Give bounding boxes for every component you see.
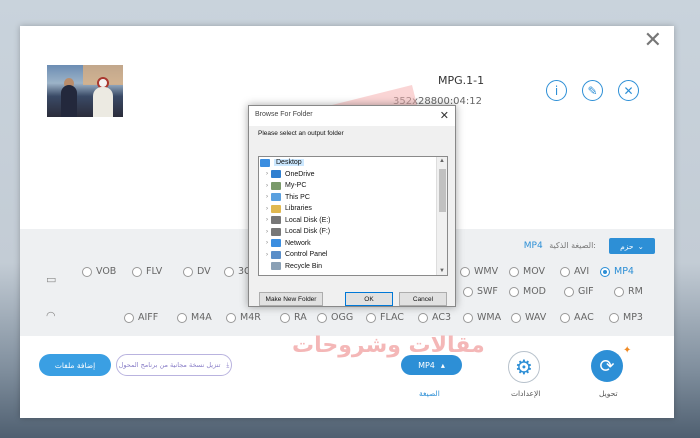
- browse-folder-dialog: Browse For Folder ✕ Please select an out…: [248, 105, 456, 307]
- tree-item[interactable]: › OneDrive: [259, 169, 437, 181]
- format-option-ac3[interactable]: AC3: [418, 312, 451, 323]
- expand-arrow-icon[interactable]: ›: [263, 171, 271, 177]
- tree-item[interactable]: › Local Disk (F:): [259, 226, 437, 238]
- tree-item-label: Network: [285, 239, 311, 247]
- convert-caption: تحويل: [599, 389, 618, 398]
- cloud-icon: [271, 170, 281, 179]
- computer-icon: [271, 193, 281, 202]
- tree-item[interactable]: › Control Panel: [259, 249, 437, 261]
- format-option-mov[interactable]: MOV: [509, 266, 545, 277]
- expand-arrow-icon[interactable]: ›: [263, 206, 271, 212]
- tree-item[interactable]: › This PC: [259, 192, 437, 204]
- tree-item-label: OneDrive: [285, 170, 315, 178]
- settings-caption: الإعدادات: [511, 389, 541, 398]
- format-option-ra[interactable]: RA: [280, 312, 307, 323]
- format-option-wav[interactable]: WAV: [511, 312, 546, 323]
- remove-icon[interactable]: ✕: [618, 80, 639, 101]
- folder-icon: [271, 204, 281, 213]
- expand-arrow-icon[interactable]: ›: [263, 183, 271, 189]
- close-icon[interactable]: ✕: [644, 30, 662, 52]
- format-option-rm[interactable]: RM: [614, 286, 643, 297]
- format-option-vob[interactable]: VOB: [82, 266, 116, 277]
- tree-item-label: Local Disk (F:): [285, 228, 331, 236]
- tree-item-label: Desktop: [274, 159, 304, 167]
- format-option-mp3[interactable]: MP3: [609, 312, 643, 323]
- format-option-wmv[interactable]: WMV: [460, 266, 498, 277]
- ok-button[interactable]: OK: [345, 292, 393, 306]
- add-files-button[interactable]: إضافة ملفات: [39, 354, 111, 376]
- smart-format-value: MP4: [523, 241, 543, 251]
- network-icon: [271, 239, 281, 248]
- dialog-title: Browse For Folder: [249, 106, 455, 126]
- recycle-bin-icon: [271, 262, 281, 271]
- format-caption: الصيغة: [419, 389, 440, 398]
- tree-scrollbar[interactable]: ▲ ▼: [436, 157, 447, 275]
- smart-format-label: MP4 الصيغة الذكية:: [523, 241, 596, 251]
- tree-item-label: Control Panel: [285, 251, 328, 259]
- cancel-button[interactable]: Cancel: [399, 292, 447, 306]
- format-option-ogg[interactable]: OGG: [317, 312, 353, 323]
- tree-item-label: Recycle Bin: [285, 262, 322, 270]
- format-option-m4a[interactable]: M4A: [177, 312, 212, 323]
- download-icon: ⤓: [226, 360, 230, 369]
- tree-item-label: Local Disk (E:): [285, 216, 331, 224]
- make-new-folder-button[interactable]: Make New Folder: [259, 292, 323, 306]
- output-format-button[interactable]: MP4 ▴: [401, 355, 462, 375]
- dropdown-arrow-icon: ▴: [440, 360, 445, 370]
- expand-arrow-icon[interactable]: ›: [263, 217, 271, 223]
- format-option-m4r[interactable]: M4R: [226, 312, 261, 323]
- dialog-close-icon[interactable]: ✕: [440, 109, 449, 122]
- audio-category-icon[interactable]: ◠: [46, 309, 64, 323]
- download-free-button[interactable]: تنزيل نسخة مجانية من برنامج المحول ⤓: [116, 354, 232, 376]
- expand-arrow-icon[interactable]: ›: [263, 240, 271, 246]
- tree-item[interactable]: Desktop: [259, 157, 437, 169]
- collapse-icon: ⌄: [637, 241, 644, 251]
- tree-item-label: Libraries: [285, 205, 312, 213]
- format-option-aac[interactable]: AAC: [560, 312, 594, 323]
- scroll-down-icon[interactable]: ▼: [439, 268, 445, 274]
- expand-arrow-icon[interactable]: ›: [263, 194, 271, 200]
- convert-icon[interactable]: ⟳: [591, 350, 623, 382]
- tree-item[interactable]: Recycle Bin: [259, 261, 437, 273]
- edit-icon[interactable]: ✎: [582, 80, 603, 101]
- sparkle-icon: ✦: [623, 345, 632, 356]
- watermark-text: مقالات وشروحات: [292, 333, 485, 358]
- info-icon[interactable]: i: [546, 80, 567, 101]
- tree-item-label: My-PC: [285, 182, 307, 190]
- tree-item[interactable]: › Network: [259, 238, 437, 250]
- video-category-icon[interactable]: ▭: [46, 273, 64, 287]
- tree-item[interactable]: › Libraries: [259, 203, 437, 215]
- drive-icon: [271, 216, 281, 225]
- expand-arrow-icon[interactable]: ›: [263, 229, 271, 235]
- format-option-dv[interactable]: DV: [183, 266, 211, 277]
- tree-item[interactable]: › My-PC: [259, 180, 437, 192]
- tree-item[interactable]: › Local Disk (E:): [259, 215, 437, 227]
- format-option-wma[interactable]: WMA: [463, 312, 501, 323]
- video-thumbnail[interactable]: [47, 65, 123, 117]
- control-panel-icon: [271, 250, 281, 259]
- format-option-flv[interactable]: FLV: [132, 266, 162, 277]
- file-name: MPG.1-1: [438, 74, 485, 87]
- format-option-gif[interactable]: GIF: [564, 286, 594, 297]
- drive-icon: [271, 227, 281, 236]
- dialog-prompt: Please select an output folder: [258, 130, 344, 137]
- user-icon: [271, 181, 281, 190]
- tree-item-label: This PC: [285, 193, 310, 201]
- format-option-avi[interactable]: AVI: [560, 266, 589, 277]
- format-option-swf[interactable]: SWF: [463, 286, 498, 297]
- format-option-aiff[interactable]: AIFF: [124, 312, 158, 323]
- format-option-flac[interactable]: FLAC: [366, 312, 404, 323]
- settings-icon[interactable]: ⚙: [508, 351, 540, 383]
- format-option-mp4[interactable]: MP4: [600, 266, 634, 277]
- scroll-thumb[interactable]: [439, 169, 446, 212]
- format-option-mod[interactable]: MOD: [509, 286, 546, 297]
- desktop-icon: [260, 158, 270, 167]
- expand-arrow-icon[interactable]: ›: [263, 252, 271, 258]
- folder-tree-list: Desktop › OneDrive › My-PC › This PC › Libraries…: [259, 157, 437, 272]
- pack-button[interactable]: حزم ⌄: [609, 238, 655, 254]
- folder-tree[interactable]: Desktop › OneDrive › My-PC › This PC › Libraries…: [258, 156, 448, 276]
- scroll-up-icon[interactable]: ▲: [439, 158, 445, 164]
